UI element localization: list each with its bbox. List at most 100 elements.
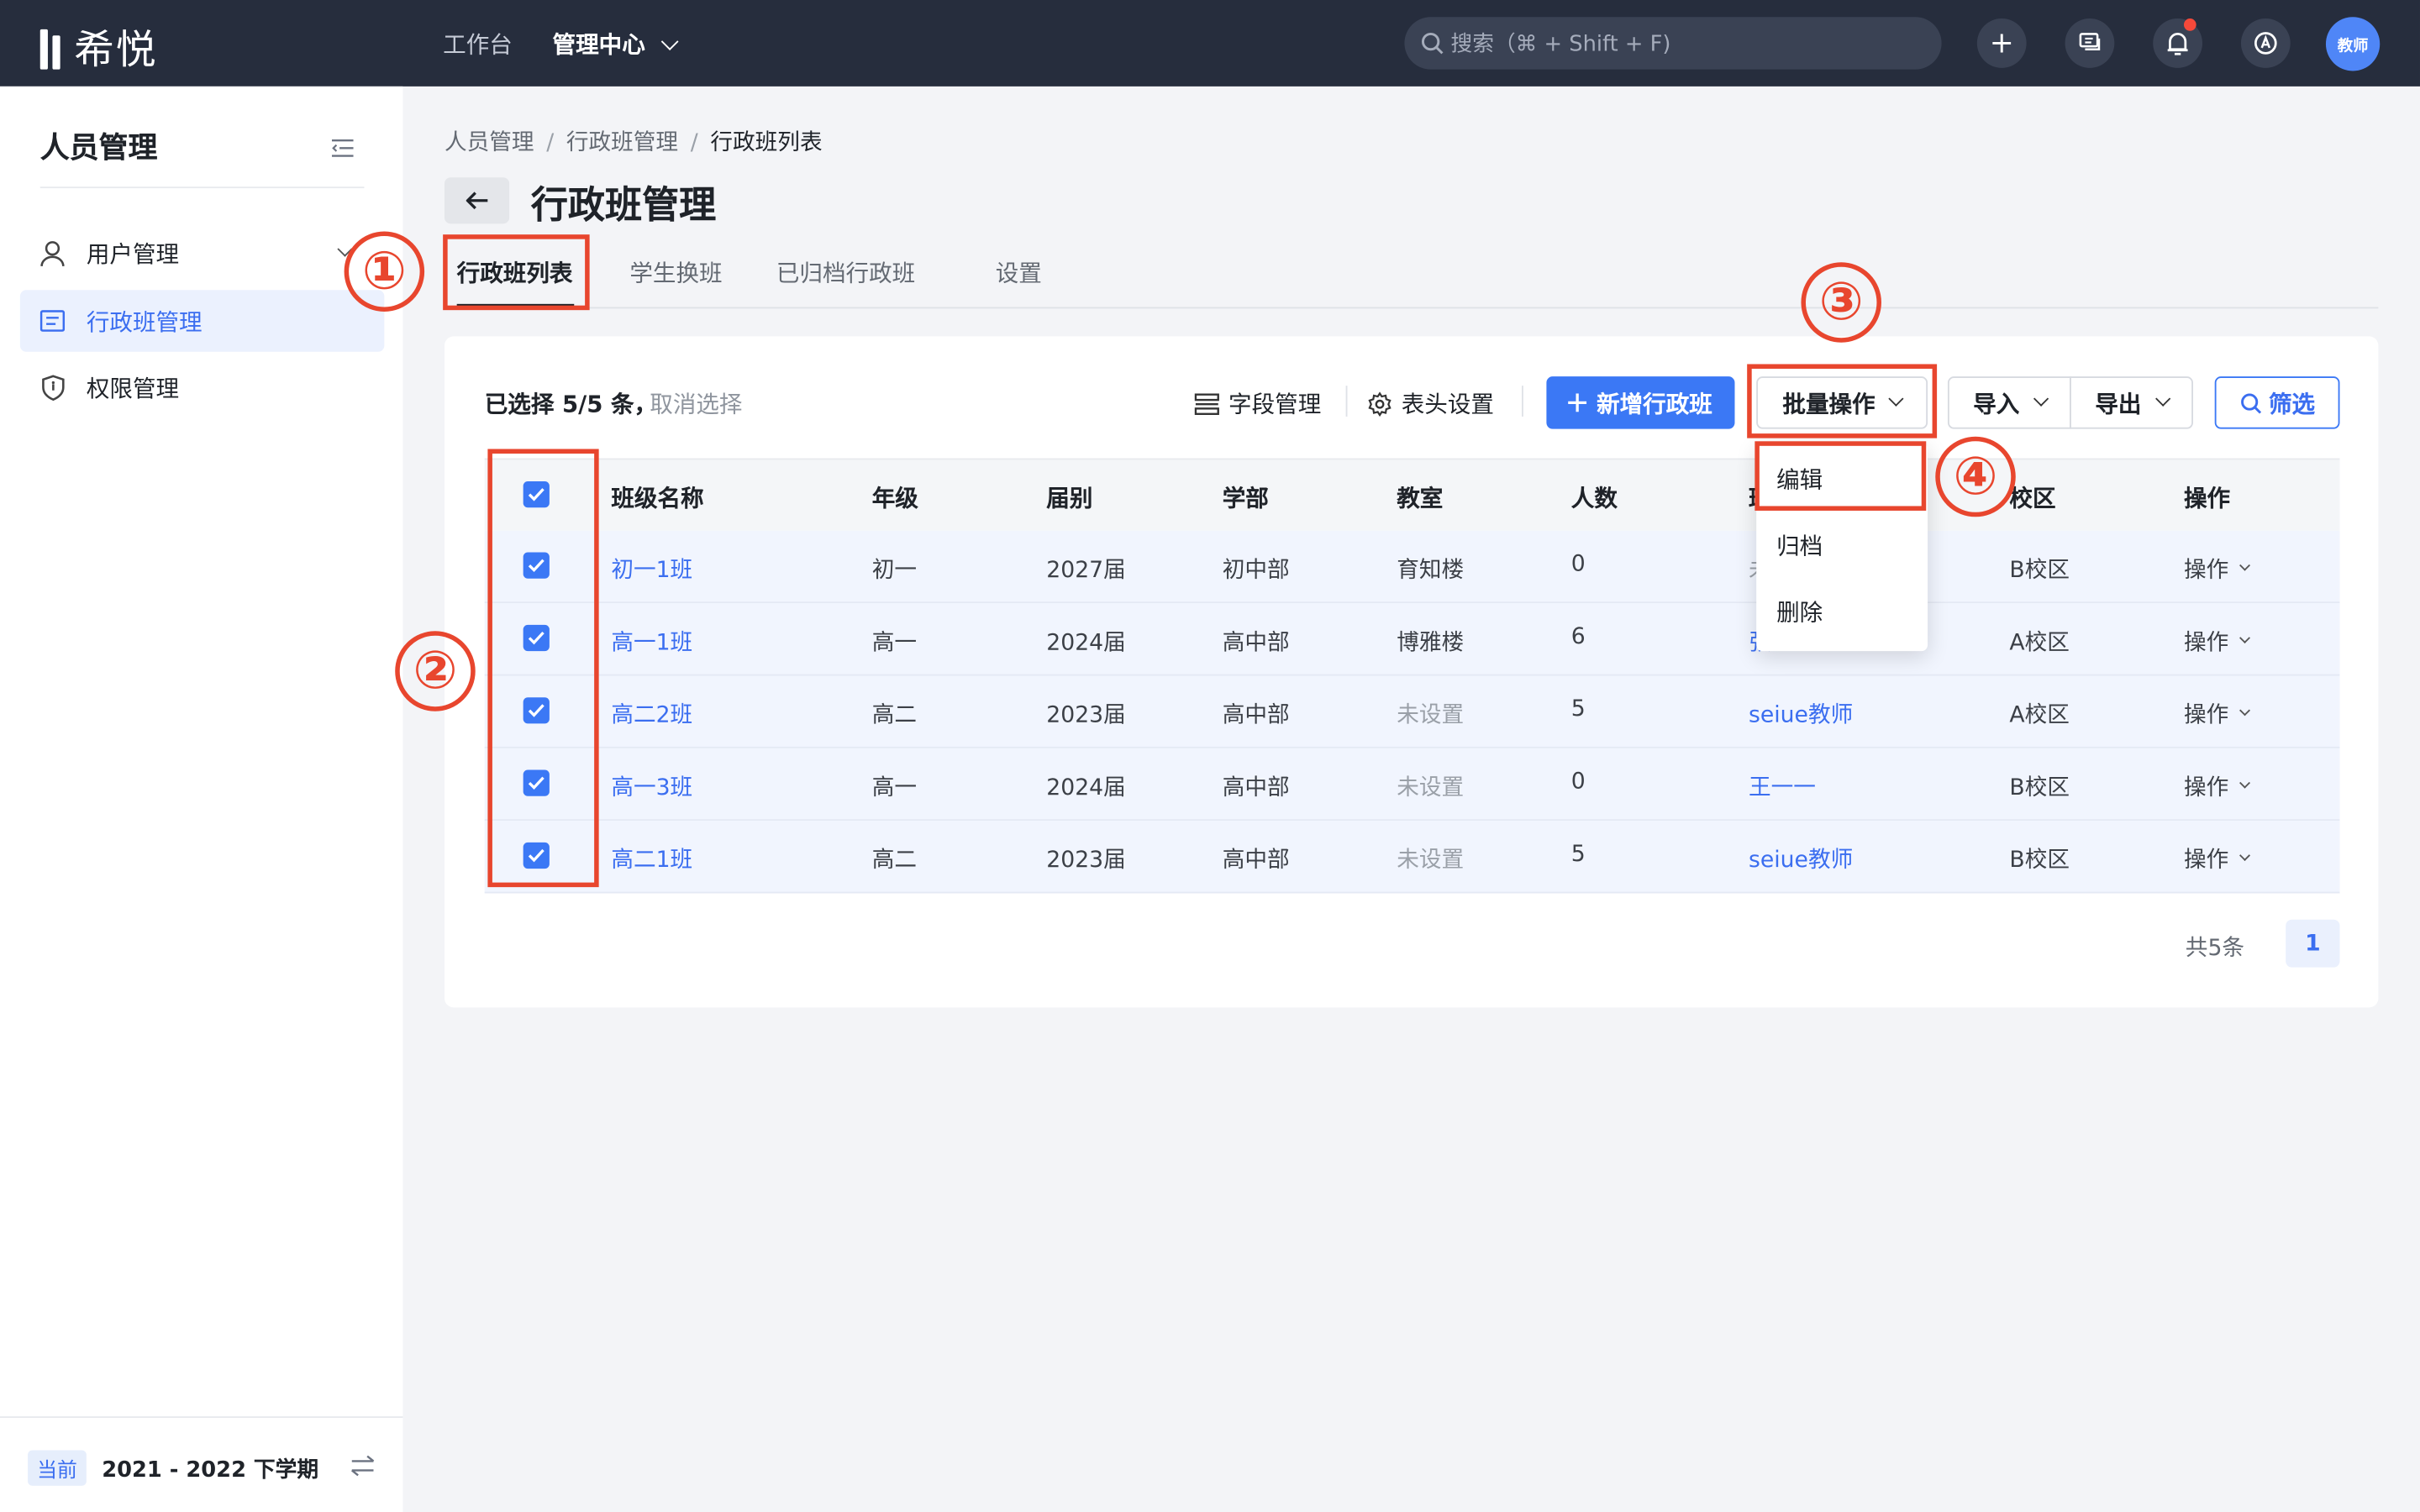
- cell-cohort: 2024届: [1046, 775, 1126, 801]
- row-actions-label: 操作: [2183, 775, 2229, 801]
- annotation-number: ④: [1935, 436, 2016, 517]
- top-bar: 希悦 工作台 管理中心 搜索（⌘ + Shift + F) 教师: [0, 0, 2420, 87]
- notification-dot: [2183, 18, 2196, 31]
- cell-cohort: 2023届: [1046, 848, 1126, 874]
- annotation-box-checkboxes: [487, 449, 599, 888]
- toolbar-divider: [1345, 386, 1348, 417]
- class-name-link[interactable]: 高一3班: [611, 770, 692, 803]
- row-actions-menu[interactable]: 操作: [2183, 770, 2251, 803]
- search-icon: [1421, 32, 1444, 55]
- row-actions-menu[interactable]: 操作: [2184, 697, 2251, 730]
- breadcrumb: 人员管理 / 行政班管理 / 行政班列表: [444, 131, 823, 156]
- row-actions-menu[interactable]: 操作: [2183, 625, 2251, 658]
- cell-teacher[interactable]: seiue教师: [1749, 697, 1853, 730]
- menu-item-archive[interactable]: 归档: [1776, 529, 1823, 562]
- menu-item-delete[interactable]: 删除: [1776, 596, 1823, 628]
- nav-workbench[interactable]: 工作台: [443, 28, 513, 60]
- add-class-button[interactable]: 新增行政班: [1546, 376, 1735, 429]
- cell-grade: 高一: [871, 775, 918, 801]
- class-name-link[interactable]: 高二1班: [611, 843, 692, 875]
- column-header[interactable]: 人数: [1571, 481, 1618, 514]
- cell-division: 高中部: [1222, 775, 1290, 801]
- row-actions-label: 操作: [2183, 631, 2229, 656]
- annotation-number: ③: [1801, 262, 1881, 343]
- annotation-box-batch-ops: [1747, 364, 1938, 438]
- nav-admin-center-label: 管理中心: [552, 30, 645, 59]
- sidebar-item-permissions[interactable]: 权限管理: [20, 356, 384, 417]
- column-header[interactable]: 教室: [1397, 481, 1443, 514]
- back-button[interactable]: [444, 177, 510, 224]
- tab-student-transfer[interactable]: 学生换班: [629, 256, 722, 289]
- chevron-down-icon: [2239, 632, 2251, 643]
- chevron-down-icon: [660, 33, 679, 50]
- logo-icon: [39, 25, 65, 69]
- logo[interactable]: 希悦: [39, 18, 158, 76]
- import-button[interactable]: 导入: [1947, 376, 2071, 429]
- cancel-selection-link[interactable]: 取消选择: [650, 387, 742, 420]
- gear-icon: [1368, 391, 1392, 416]
- column-header[interactable]: 校区: [2009, 481, 2055, 514]
- cell-count: 5: [1570, 697, 1586, 722]
- tab-settings[interactable]: 设置: [996, 256, 1042, 289]
- sidebar-item-label: 行政班管理: [86, 307, 203, 336]
- row-actions-menu[interactable]: 操作: [2183, 553, 2251, 585]
- cell-cohort: 2024届: [1046, 631, 1126, 656]
- export-button[interactable]: 导出: [2070, 376, 2193, 429]
- column-header[interactable]: 班级名称: [611, 481, 703, 514]
- annotation-box-edit: [1754, 441, 1927, 511]
- breadcrumb-item[interactable]: 人员管理: [445, 131, 534, 155]
- switch-term-icon[interactable]: [350, 1453, 375, 1483]
- current-term: 当前 2021 - 2022 下学期: [28, 1450, 318, 1486]
- chevron-down-icon: [2239, 559, 2251, 571]
- cell-room: 博雅楼: [1397, 631, 1465, 656]
- class-name-link[interactable]: 高一1班: [611, 625, 692, 658]
- help-icon: [2254, 32, 2277, 55]
- cell-room: 育知楼: [1397, 558, 1465, 584]
- avatar[interactable]: 教师: [2325, 17, 2381, 71]
- cell-teacher[interactable]: 王一一: [1749, 770, 1816, 803]
- sidebar-item-admin-class[interactable]: 行政班管理: [19, 290, 385, 352]
- column-header[interactable]: 操作: [2184, 481, 2230, 514]
- cell-campus: A校区: [2009, 631, 2070, 656]
- row-actions-label: 操作: [2183, 558, 2229, 584]
- sidebar-footer-divider: [0, 1416, 403, 1418]
- message-button[interactable]: [2065, 18, 2115, 68]
- cell-campus: A校区: [2009, 703, 2070, 728]
- bell-icon: [2167, 33, 2188, 55]
- cell-count: 5: [1570, 842, 1586, 868]
- shield-icon: [39, 373, 66, 401]
- plus-icon: [1992, 34, 2012, 53]
- column-header[interactable]: 学部: [1223, 481, 1269, 514]
- sidebar-item-users[interactable]: 用户管理: [20, 222, 384, 283]
- cell-teacher[interactable]: seiue教师: [1749, 843, 1853, 875]
- column-header[interactable]: 届别: [1046, 481, 1092, 514]
- cell-division: 初中部: [1222, 558, 1290, 584]
- notification-button[interactable]: [2153, 18, 2203, 68]
- class-name-link[interactable]: 初一1班: [611, 553, 692, 585]
- add-button[interactable]: [1976, 18, 2027, 68]
- filter-button[interactable]: 筛选: [2214, 376, 2340, 429]
- cell-grade: 初一: [871, 558, 918, 584]
- arrow-left-icon: [466, 192, 488, 210]
- search-input[interactable]: 搜索（⌘ + Shift + F): [1404, 17, 1942, 70]
- help-button[interactable]: [2240, 18, 2291, 68]
- plus-icon: [1569, 393, 1588, 412]
- annotation-box-tab: [443, 234, 590, 311]
- cell-grade: 高一: [871, 631, 918, 656]
- add-class-label: 新增行政班: [1597, 389, 1712, 417]
- header-settings-button[interactable]: 表头设置: [1367, 387, 1494, 420]
- collapse-sidebar-icon[interactable]: [331, 134, 354, 164]
- field-manage-label: 字段管理: [1228, 390, 1322, 418]
- column-header[interactable]: 年级: [872, 481, 918, 514]
- nav-admin-center[interactable]: 管理中心: [552, 28, 679, 60]
- breadcrumb-current: 行政班列表: [710, 131, 823, 156]
- class-icon: [39, 307, 66, 335]
- class-name-link[interactable]: 高二2班: [611, 697, 692, 730]
- field-manage-button[interactable]: 字段管理: [1194, 387, 1322, 420]
- tab-archived-classes[interactable]: 已归档行政班: [776, 256, 915, 289]
- row-actions-label: 操作: [2183, 848, 2229, 874]
- cell-room: 未设置: [1397, 703, 1465, 728]
- breadcrumb-item[interactable]: 行政班管理: [566, 131, 678, 155]
- page-button[interactable]: 1: [2286, 919, 2340, 968]
- row-actions-menu[interactable]: 操作: [2183, 843, 2251, 875]
